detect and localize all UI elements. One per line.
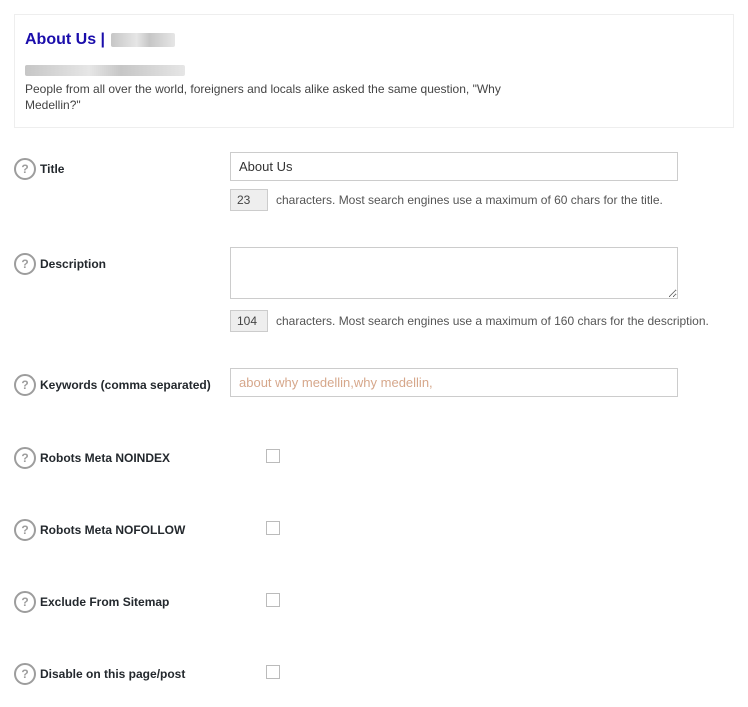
row-keywords: ? Keywords (comma separated) [14, 368, 734, 397]
label-description: ? Description [14, 247, 230, 275]
title-hint: 23 characters. Most search engines use a… [230, 189, 734, 211]
label-nofollow-text: Robots Meta NOFOLLOW [40, 523, 185, 537]
serp-preview: About Us | People from all over the worl… [14, 14, 734, 128]
help-icon[interactable]: ? [14, 253, 36, 275]
keywords-input[interactable] [230, 368, 678, 397]
serp-title-prefix: About Us | [25, 31, 105, 49]
row-nofollow: ? Robots Meta NOFOLLOW [14, 513, 734, 541]
serp-description: People from all over the world, foreigne… [25, 81, 545, 113]
title-input[interactable] [230, 152, 678, 181]
serp-url-line [25, 65, 725, 81]
help-icon[interactable]: ? [14, 663, 36, 685]
redacted-url [25, 65, 185, 76]
nofollow-checkbox[interactable] [266, 521, 280, 535]
description-count: 104 [230, 310, 268, 332]
exclude-checkbox[interactable] [266, 593, 280, 607]
help-icon[interactable]: ? [14, 447, 36, 469]
description-input[interactable] [230, 247, 678, 299]
label-noindex-text: Robots Meta NOINDEX [40, 451, 170, 465]
noindex-checkbox[interactable] [266, 449, 280, 463]
help-icon[interactable]: ? [14, 591, 36, 613]
serp-title: About Us | [25, 31, 725, 49]
label-title-text: Title [40, 162, 64, 176]
row-description: ? Description 104 characters. Most searc… [14, 247, 734, 360]
title-hint-text: characters. Most search engines use a ma… [276, 193, 663, 207]
label-exclude: ? Exclude From Sitemap [14, 585, 230, 613]
label-nofollow: ? Robots Meta NOFOLLOW [14, 513, 230, 541]
help-icon[interactable]: ? [14, 519, 36, 541]
help-icon[interactable]: ? [14, 374, 36, 396]
label-description-text: Description [40, 257, 106, 271]
title-count: 23 [230, 189, 268, 211]
label-keywords-text: Keywords (comma separated) [40, 378, 211, 392]
row-noindex: ? Robots Meta NOINDEX [14, 441, 734, 469]
row-exclude: ? Exclude From Sitemap [14, 585, 734, 613]
row-title: ? Title 23 characters. Most search engin… [14, 152, 734, 239]
label-disable: ? Disable on this page/post [14, 657, 230, 685]
redacted-brand [111, 33, 175, 47]
label-title: ? Title [14, 152, 230, 180]
disable-checkbox[interactable] [266, 665, 280, 679]
row-disable: ? Disable on this page/post [14, 657, 734, 685]
label-exclude-text: Exclude From Sitemap [40, 595, 169, 609]
label-keywords: ? Keywords (comma separated) [14, 368, 230, 396]
label-disable-text: Disable on this page/post [40, 667, 185, 681]
description-hint: 104 characters. Most search engines use … [230, 310, 734, 332]
help-icon[interactable]: ? [14, 158, 36, 180]
description-hint-text: characters. Most search engines use a ma… [276, 314, 709, 328]
label-noindex: ? Robots Meta NOINDEX [14, 441, 230, 469]
